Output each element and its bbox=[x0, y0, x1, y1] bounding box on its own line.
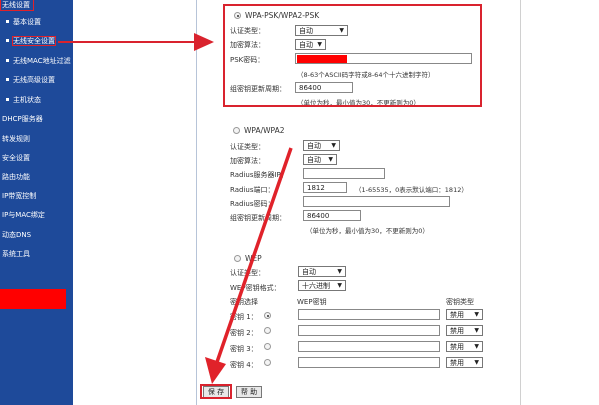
wep-key3-input[interactable] bbox=[298, 341, 440, 352]
sidebar-item-wireless-advanced[interactable]: 无线高级设置 bbox=[0, 75, 55, 85]
wep-key3-type[interactable]: 禁用 ▼ bbox=[446, 341, 483, 352]
panel-left-border bbox=[196, 0, 197, 405]
chevron-down-icon: ▼ bbox=[474, 343, 479, 350]
sidebar-item-dhcp[interactable]: DHCP服务器 bbox=[2, 114, 43, 124]
chevron-down-icon: ▼ bbox=[337, 268, 342, 275]
wep-auth-label: 认证类型： bbox=[230, 269, 265, 277]
sidebar-item-security[interactable]: 安全设置 bbox=[2, 153, 30, 163]
sidebar-item-wireless-settings[interactable]: 无线设置 bbox=[2, 0, 30, 10]
sidebar-item-forwarding[interactable]: 转发规则 bbox=[2, 134, 30, 144]
radius-password-label: Radius密码： bbox=[230, 200, 275, 208]
chevron-down-icon: ▼ bbox=[328, 156, 333, 163]
sidebar-item-mac-filter[interactable]: 无线MAC地址过滤 bbox=[0, 56, 71, 66]
wpa-enc-select[interactable]: 自动 ▼ bbox=[303, 154, 337, 165]
wep-title: WEP bbox=[245, 254, 262, 263]
wpa-renew-input[interactable]: 86400 bbox=[303, 210, 361, 221]
redacted-block bbox=[0, 289, 66, 309]
wep-key4-input[interactable] bbox=[298, 357, 440, 368]
sidebar-item-host-status[interactable]: 主机状态 bbox=[0, 95, 41, 105]
wpa-renew-hint: （单位为秒，最小值为30，不更新则为0） bbox=[306, 227, 429, 235]
radius-port-input[interactable]: 1812 bbox=[303, 182, 347, 193]
wpa-auth-label: 认证类型： bbox=[230, 143, 265, 151]
chevron-down-icon: ▼ bbox=[474, 359, 479, 366]
wep-key4-label: 密钥 4： bbox=[230, 361, 258, 369]
wpa-auth-select[interactable]: 自动 ▼ bbox=[303, 140, 340, 151]
radius-port-hint: （1-65535，0表示默认端口：1812） bbox=[355, 186, 468, 194]
sidebar-item-system-tools[interactable]: 系统工具 bbox=[2, 249, 30, 259]
sidebar-item-ddns[interactable]: 动态DNS bbox=[2, 230, 31, 240]
arrow-to-wpa-psk bbox=[58, 33, 214, 51]
radius-ip-input[interactable] bbox=[303, 168, 385, 179]
wep-key2-label: 密钥 2： bbox=[230, 329, 258, 337]
sidebar-item-basic-settings[interactable]: 基本设置 bbox=[0, 17, 41, 27]
sidebar-item-wireless-security[interactable]: 无线安全设置 bbox=[0, 36, 56, 46]
panel-right-border bbox=[520, 0, 521, 405]
wep-key2-input[interactable] bbox=[298, 325, 440, 336]
sidebar-item-routing[interactable]: 路由功能 bbox=[2, 172, 30, 182]
wep-key2-radio[interactable] bbox=[264, 327, 271, 334]
wep-col-type: 密钥类型 bbox=[446, 298, 474, 306]
wep-key1-radio[interactable] bbox=[264, 312, 271, 319]
wep-key1-label: 密钥 1： bbox=[230, 313, 258, 321]
wep-col-key: WEP密钥 bbox=[297, 298, 327, 306]
wep-key2-type[interactable]: 禁用 ▼ bbox=[446, 325, 483, 336]
wep-auth-select[interactable]: 自动 ▼ bbox=[298, 266, 346, 277]
radius-ip-label: Radius服务器IP： bbox=[230, 171, 288, 179]
wpa-renew-label: 组密钥更新周期： bbox=[230, 214, 286, 222]
chevron-down-icon: ▼ bbox=[331, 142, 336, 149]
chevron-down-icon: ▼ bbox=[337, 282, 342, 289]
wep-col-select: 密钥选择 bbox=[230, 298, 258, 306]
wep-format-select[interactable]: 十六进制 ▼ bbox=[298, 280, 346, 291]
sidebar-item-bandwidth[interactable]: IP带宽控制 bbox=[2, 191, 36, 201]
sidebar: 无线设置 基本设置 无线安全设置 无线MAC地址过滤 无线高级设置 主机状态 D… bbox=[0, 0, 73, 405]
wep-key3-label: 密钥 3： bbox=[230, 345, 258, 353]
wep-radio[interactable] bbox=[234, 255, 241, 262]
wep-key1-type[interactable]: 禁用 ▼ bbox=[446, 309, 483, 320]
wpa-title: WPA/WPA2 bbox=[244, 126, 285, 135]
annotation-box-save bbox=[200, 384, 232, 399]
wpa-enc-label: 加密算法： bbox=[230, 157, 265, 165]
wep-format-label: WEP密钥格式： bbox=[230, 284, 281, 292]
chevron-down-icon: ▼ bbox=[474, 327, 479, 334]
wep-key3-radio[interactable] bbox=[264, 343, 271, 350]
help-button[interactable]: 帮 助 bbox=[236, 386, 262, 398]
wpa-radio[interactable] bbox=[233, 127, 240, 134]
radius-password-input[interactable] bbox=[303, 196, 450, 207]
wep-key1-input[interactable] bbox=[298, 309, 440, 320]
radius-port-label: Radius端口： bbox=[230, 186, 275, 194]
annotation-box-wpa-psk bbox=[223, 4, 482, 107]
chevron-down-icon: ▼ bbox=[474, 311, 479, 318]
wep-key4-radio[interactable] bbox=[264, 359, 271, 366]
wep-key4-type[interactable]: 禁用 ▼ bbox=[446, 357, 483, 368]
sidebar-item-ip-mac-binding[interactable]: IP与MAC绑定 bbox=[2, 210, 45, 220]
